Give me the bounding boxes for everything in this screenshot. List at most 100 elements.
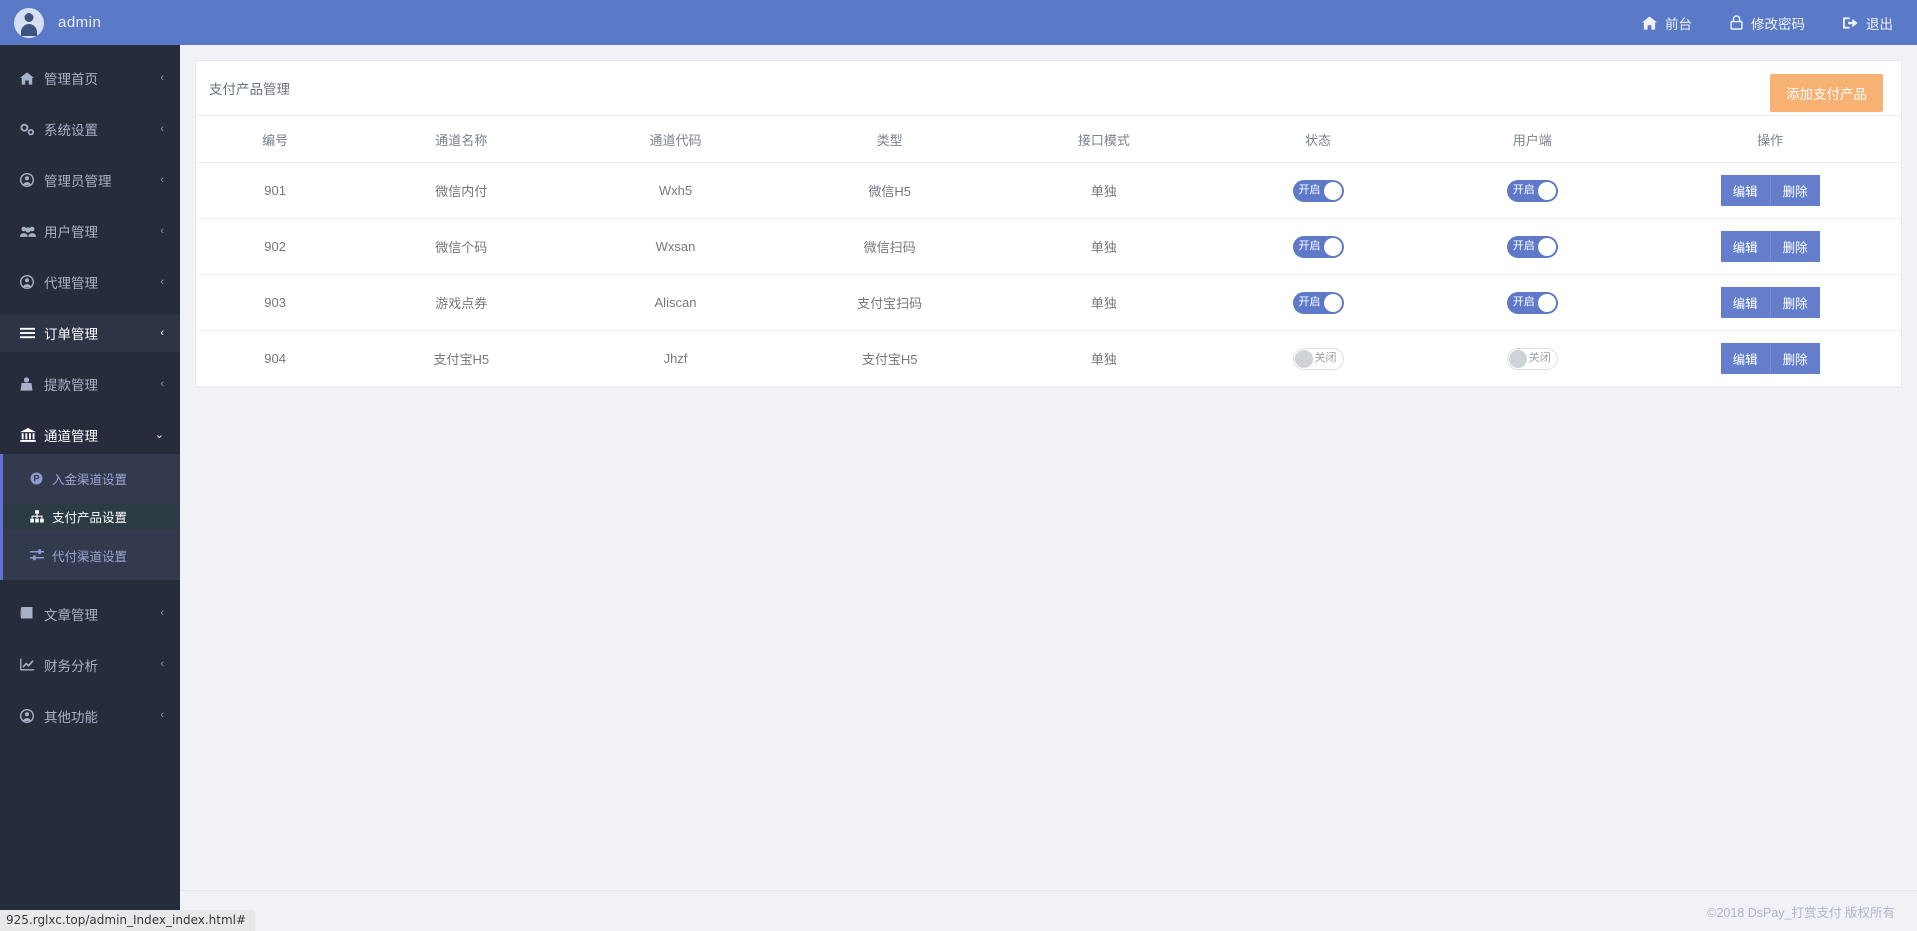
row-actions: 编辑 删除 [1721,175,1820,206]
row-actions: 编辑 删除 [1721,231,1820,262]
edit-button[interactable]: 编辑 [1721,287,1770,318]
cell-action: 编辑 删除 [1639,331,1901,387]
sidebar-subitem-payout-channel-settings[interactable]: 代付渠道设置 [3,542,180,569]
delete-button[interactable]: 删除 [1770,287,1820,318]
status-toggle[interactable]: 开启 [1293,236,1344,258]
th-id: 编号 [196,116,354,163]
sidebar: 管理首页 ‹ 系统设置 ‹ 管理员管理 ‹ [0,45,180,931]
sidebar-item-dashboard[interactable]: 管理首页 ‹ [0,59,180,97]
cell-name: 微信个码 [354,219,568,275]
toggle-knob [1295,350,1313,368]
cogs-icon [20,123,39,136]
delete-button[interactable]: 删除 [1770,231,1820,262]
sidebar-item-admin-management[interactable]: 管理员管理 ‹ [0,161,180,199]
cell-client: 开启 [1425,163,1639,219]
cell-code: Jhzf [568,331,782,387]
cell-type: 微信H5 [783,163,997,219]
th-client: 用户端 [1425,116,1639,163]
table-row: 902 微信个码 Wxsan 微信扫码 单独 开启 开启 [196,219,1901,275]
cell-mode: 单独 [997,219,1211,275]
change-password-link[interactable]: 修改密码 [1730,13,1805,33]
th-status: 状态 [1211,116,1425,163]
delete-button[interactable]: 删除 [1770,343,1820,374]
sidebar-item-withdraw-management[interactable]: 提款管理 ‹ [0,365,180,403]
sidebar-subitem-payment-product-settings[interactable]: 支付产品设置 [3,504,180,531]
add-payment-product-button[interactable]: 添加支付产品 [1770,74,1883,112]
sidebar-item-other-functions[interactable]: 其他功能 ‹ [0,697,180,735]
sidebar-label: 其他功能 [44,706,98,726]
users-icon [20,225,39,238]
chevron-left-icon: ‹ [160,608,164,619]
sidebar-item-agent-management[interactable]: 代理管理 ‹ [0,263,180,301]
client-toggle[interactable]: 关闭 [1507,348,1558,370]
sidebar-item-article-management[interactable]: 文章管理 ‹ [0,595,180,633]
sidebar-item-channel-management[interactable]: 通道管理 ⌄ [0,416,180,454]
edit-button[interactable]: 编辑 [1721,231,1770,262]
user-circle-icon [20,275,39,289]
chevron-left-icon: ‹ [160,226,164,237]
sidebar-label: 通道管理 [44,425,98,445]
client-toggle[interactable]: 开启 [1507,180,1558,202]
p-circle-icon: P [30,472,47,485]
client-toggle[interactable]: 开启 [1507,236,1558,258]
sidebar-item-system-settings[interactable]: 系统设置 ‹ [0,110,180,148]
svg-text:P: P [33,473,39,483]
cell-action: 编辑 删除 [1639,163,1901,219]
cell-id: 904 [196,331,354,387]
logout-icon [1843,16,1858,30]
toggle-knob [1324,294,1342,312]
row-actions: 编辑 删除 [1721,343,1820,374]
cell-action: 编辑 删除 [1639,275,1901,331]
cell-status: 开启 [1211,275,1425,331]
book-icon [20,607,39,620]
user-circle-icon [20,173,39,187]
toggle-knob [1324,238,1342,256]
frontend-link-label: 前台 [1665,13,1692,33]
status-bar-url: 925.rglxc.top/admin_Index_index.html# [0,910,255,931]
panel-header: 支付产品管理 添加支付产品 [196,61,1901,116]
change-password-label: 修改密码 [1751,13,1805,33]
chevron-left-icon: ‹ [160,73,164,84]
main-content: 支付产品管理 添加支付产品 编号 通道名称 通道代码 类型 接口模式 状态 用户… [180,45,1917,890]
edit-button[interactable]: 编辑 [1721,175,1770,206]
cell-type: 微信扫码 [783,219,997,275]
cell-type: 支付宝扫码 [783,275,997,331]
cell-code: Wxh5 [568,163,782,219]
client-toggle[interactable]: 开启 [1507,292,1558,314]
sliders-icon [30,549,47,561]
status-toggle[interactable]: 开启 [1293,292,1344,314]
sidebar-item-user-management[interactable]: 用户管理 ‹ [0,212,180,250]
sidebar-label: 用户管理 [44,221,98,241]
status-toggle[interactable]: 关闭 [1293,348,1344,370]
cell-client: 关闭 [1425,331,1639,387]
chevron-left-icon: ‹ [160,379,164,390]
delete-button[interactable]: 删除 [1770,175,1820,206]
logout-link[interactable]: 退出 [1843,13,1893,33]
table-row: 903 游戏点券 Aliscan 支付宝扫码 单独 开启 开启 [196,275,1901,331]
cell-code: Wxsan [568,219,782,275]
sidebar-sublabel: 入金渠道设置 [52,469,127,488]
cell-id: 902 [196,219,354,275]
payment-product-panel: 支付产品管理 添加支付产品 编号 通道名称 通道代码 类型 接口模式 状态 用户… [195,60,1902,388]
withdraw-lock-icon [20,377,39,391]
th-action: 操作 [1639,116,1901,163]
sidebar-item-financial-analysis[interactable]: 财务分析 ‹ [0,646,180,684]
footer: ©2018 DsPay_打赏支付 版权所有 [180,890,1917,931]
sidebar-sublabel: 代付渠道设置 [52,546,127,565]
top-bar-links: 前台 修改密码 退出 [1642,13,1917,33]
sidebar-subitem-deposit-channel-settings[interactable]: P 入金渠道设置 [3,465,180,492]
sidebar-label: 财务分析 [44,655,98,675]
frontend-link[interactable]: 前台 [1642,13,1692,33]
th-code: 通道代码 [568,116,782,163]
cell-id: 903 [196,275,354,331]
brand-username: admin [58,14,101,31]
sidebar-label: 代理管理 [44,272,98,292]
sidebar-sublabel: 支付产品设置 [52,507,127,526]
status-toggle[interactable]: 开启 [1293,180,1344,202]
bank-icon [20,428,39,442]
sidebar-item-order-management[interactable]: 订单管理 ‹ [0,314,180,352]
toggle-knob [1324,182,1342,200]
edit-button[interactable]: 编辑 [1721,343,1770,374]
user-circle-icon [20,709,39,723]
row-actions: 编辑 删除 [1721,287,1820,318]
